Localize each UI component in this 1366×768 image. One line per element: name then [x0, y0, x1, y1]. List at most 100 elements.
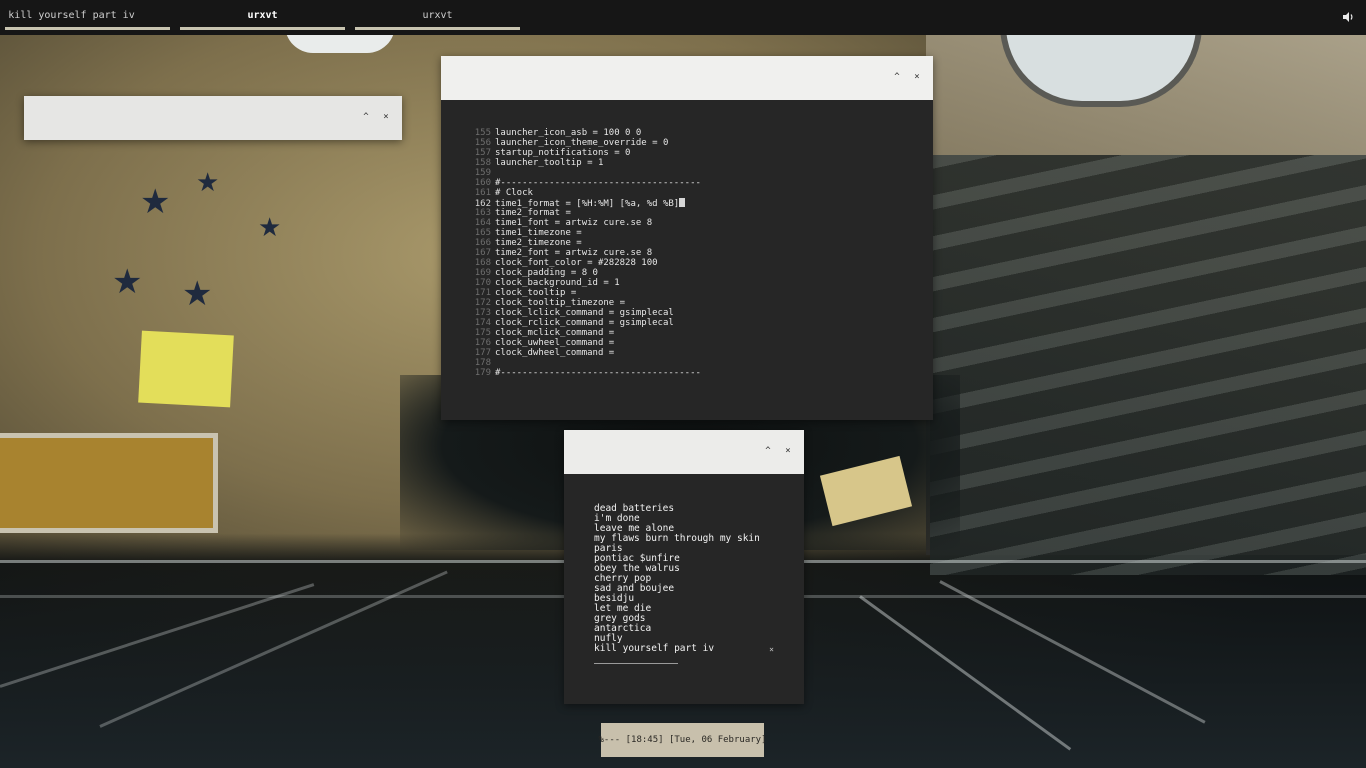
- line-number: 167: [474, 248, 491, 258]
- line-number: 177: [474, 348, 491, 358]
- line-number: 161: [474, 188, 491, 198]
- terminal-line: 160 #------------------------------------…: [471, 178, 933, 188]
- line-text: clock_dwheel_command =: [495, 348, 615, 358]
- playlist-current-item[interactable]: kill yourself part iv ×: [594, 644, 774, 654]
- star-icon: ★: [196, 168, 220, 198]
- line-text: time2_font = artwiz cure.se 8: [495, 248, 653, 258]
- empty-window: ^ ×: [24, 96, 402, 140]
- star-icon: ★: [112, 262, 143, 302]
- line-number: 159: [474, 168, 491, 178]
- line-number: 179: [474, 368, 491, 378]
- line-number: 165: [474, 228, 491, 238]
- taskbar: kill yourself part iv urxvt urxvt: [5, 0, 520, 30]
- line-text: time1_timezone =: [495, 228, 582, 238]
- line-text: #-------------------------------------: [495, 368, 701, 378]
- terminal-line: 164 time1_font = artwiz cure.se 8: [471, 218, 933, 228]
- playlist-item[interactable]: my flaws burn through my skin: [594, 534, 804, 544]
- line-number: 160: [474, 178, 491, 188]
- playlist-window: ^ × dead batteries i'm done leave me alone…: [564, 430, 804, 704]
- line-number: 173: [474, 308, 491, 318]
- minimize-button[interactable]: ^: [362, 112, 370, 122]
- wallpaper-rail: [859, 595, 1072, 751]
- clock-text: %--- [18:45] [Tue, 06 February]: [598, 735, 767, 745]
- line-text: time2_timezone =: [495, 238, 582, 248]
- minimize-button[interactable]: ^: [893, 72, 901, 82]
- remove-icon[interactable]: ×: [769, 645, 774, 654]
- top-panel: kill yourself part iv urxvt urxvt: [0, 0, 1366, 35]
- star-icon: ★: [140, 182, 171, 222]
- terminal-line: 171 clock_tooltip =: [471, 288, 933, 298]
- terminal-line: 179 #------------------------------------…: [471, 368, 933, 378]
- terminal-line: 158 launcher_tooltip = 1: [471, 158, 933, 168]
- close-button[interactable]: ×: [913, 72, 921, 82]
- playlist-item[interactable]: antarctica: [594, 624, 804, 634]
- divider: [594, 663, 678, 664]
- wallpaper-stairs: [930, 155, 1366, 575]
- line-number: 169: [474, 268, 491, 278]
- text-cursor: [679, 198, 686, 207]
- line-number: 174: [474, 318, 491, 328]
- terminal-window: ^ × 155 launcher_icon_asb = 100 0 0 156 lau…: [441, 56, 933, 420]
- line-number: 166: [474, 238, 491, 248]
- line-text: launcher_tooltip = 1: [495, 158, 604, 168]
- wallpaper-rail: [939, 580, 1206, 724]
- line-number: 178: [474, 358, 491, 368]
- terminal-line: 166 time2_timezone =: [471, 238, 933, 248]
- line-number: 164: [474, 218, 491, 228]
- terminal-line: 177 clock_dwheel_command =: [471, 348, 933, 358]
- close-button[interactable]: ×: [382, 112, 390, 122]
- playlist: dead batteries i'm done leave me alone my f…: [564, 474, 804, 704]
- line-number: 158: [474, 158, 491, 168]
- window-titlebar[interactable]: ^ ×: [24, 96, 402, 140]
- line-text: clock_mclick_command =: [495, 328, 615, 338]
- line-number: 171: [474, 288, 491, 298]
- terminal-line: 163 time2_format =: [471, 208, 933, 218]
- line-number: 157: [474, 148, 491, 158]
- terminal-line: 162 time1_format = [%H:%M] [%a, %d %B]: [471, 198, 933, 209]
- line-text: clock_padding = 8 0: [495, 268, 598, 278]
- wallpaper-rail: [0, 583, 315, 688]
- line-number: 163: [474, 208, 491, 218]
- line-text: clock_tooltip_timezone =: [495, 298, 626, 308]
- clock-widget[interactable]: %--- [18:45] [Tue, 06 February]: [598, 723, 767, 757]
- line-text: time2_format =: [495, 208, 571, 218]
- line-text: time1_font = artwiz cure.se 8: [495, 218, 653, 228]
- close-button[interactable]: ×: [784, 446, 792, 456]
- line-number: 176: [474, 338, 491, 348]
- line-text: #-------------------------------------: [495, 178, 701, 188]
- task-urxvt-active[interactable]: urxvt: [180, 0, 345, 30]
- minimize-button[interactable]: ^: [764, 446, 772, 456]
- star-icon: ★: [182, 274, 213, 314]
- terminal-line: 169 clock_padding = 8 0: [471, 268, 933, 278]
- terminal-line: 165 time1_timezone =: [471, 228, 933, 238]
- terminal-line: 175 clock_mclick_command =: [471, 328, 933, 338]
- line-text: clock_background_id = 1: [495, 278, 620, 288]
- terminal-line: 168 clock_font_color = #282828 100: [471, 258, 933, 268]
- playlist-item-label: kill yourself part iv: [594, 643, 715, 654]
- wallpaper-noticeboard: [0, 433, 218, 533]
- line-number: 172: [474, 298, 491, 308]
- line-number: 156: [474, 138, 491, 148]
- wallpaper-window: [285, 35, 395, 53]
- line-text: launcher_icon_theme_override = 0: [495, 138, 669, 148]
- speaker-icon[interactable]: [1342, 11, 1354, 23]
- terminal-line: 173 clock_lclick_command = gsimplecal: [471, 308, 933, 318]
- line-number: 155: [474, 128, 491, 138]
- window-titlebar[interactable]: ^ ×: [441, 56, 933, 100]
- terminal-line: 174 clock_rclick_command = gsimplecal: [471, 318, 933, 328]
- line-text: clock_font_color = #282828 100: [495, 258, 658, 268]
- task-urxvt[interactable]: urxvt: [355, 0, 520, 30]
- terminal-line: 155 launcher_icon_asb = 100 0 0: [471, 128, 933, 138]
- terminal-line: 176 clock_uwheel_command =: [471, 338, 933, 348]
- task-label: kill yourself part iv: [8, 10, 135, 21]
- line-number: 170: [474, 278, 491, 288]
- task-kill-yourself-part-iv[interactable]: kill yourself part iv: [5, 0, 170, 30]
- window-titlebar[interactable]: ^ ×: [564, 430, 804, 474]
- terminal-text-area[interactable]: 155 launcher_icon_asb = 100 0 0 156 launche…: [441, 100, 933, 420]
- line-text: clock_uwheel_command =: [495, 338, 615, 348]
- star-icon: ★: [258, 213, 282, 243]
- line-text: clock_tooltip =: [495, 288, 577, 298]
- wallpaper-poster: [138, 330, 234, 408]
- line-text: startup_notifications = 0: [495, 148, 631, 158]
- line-text: clock_lclick_command = gsimplecal: [495, 308, 674, 318]
